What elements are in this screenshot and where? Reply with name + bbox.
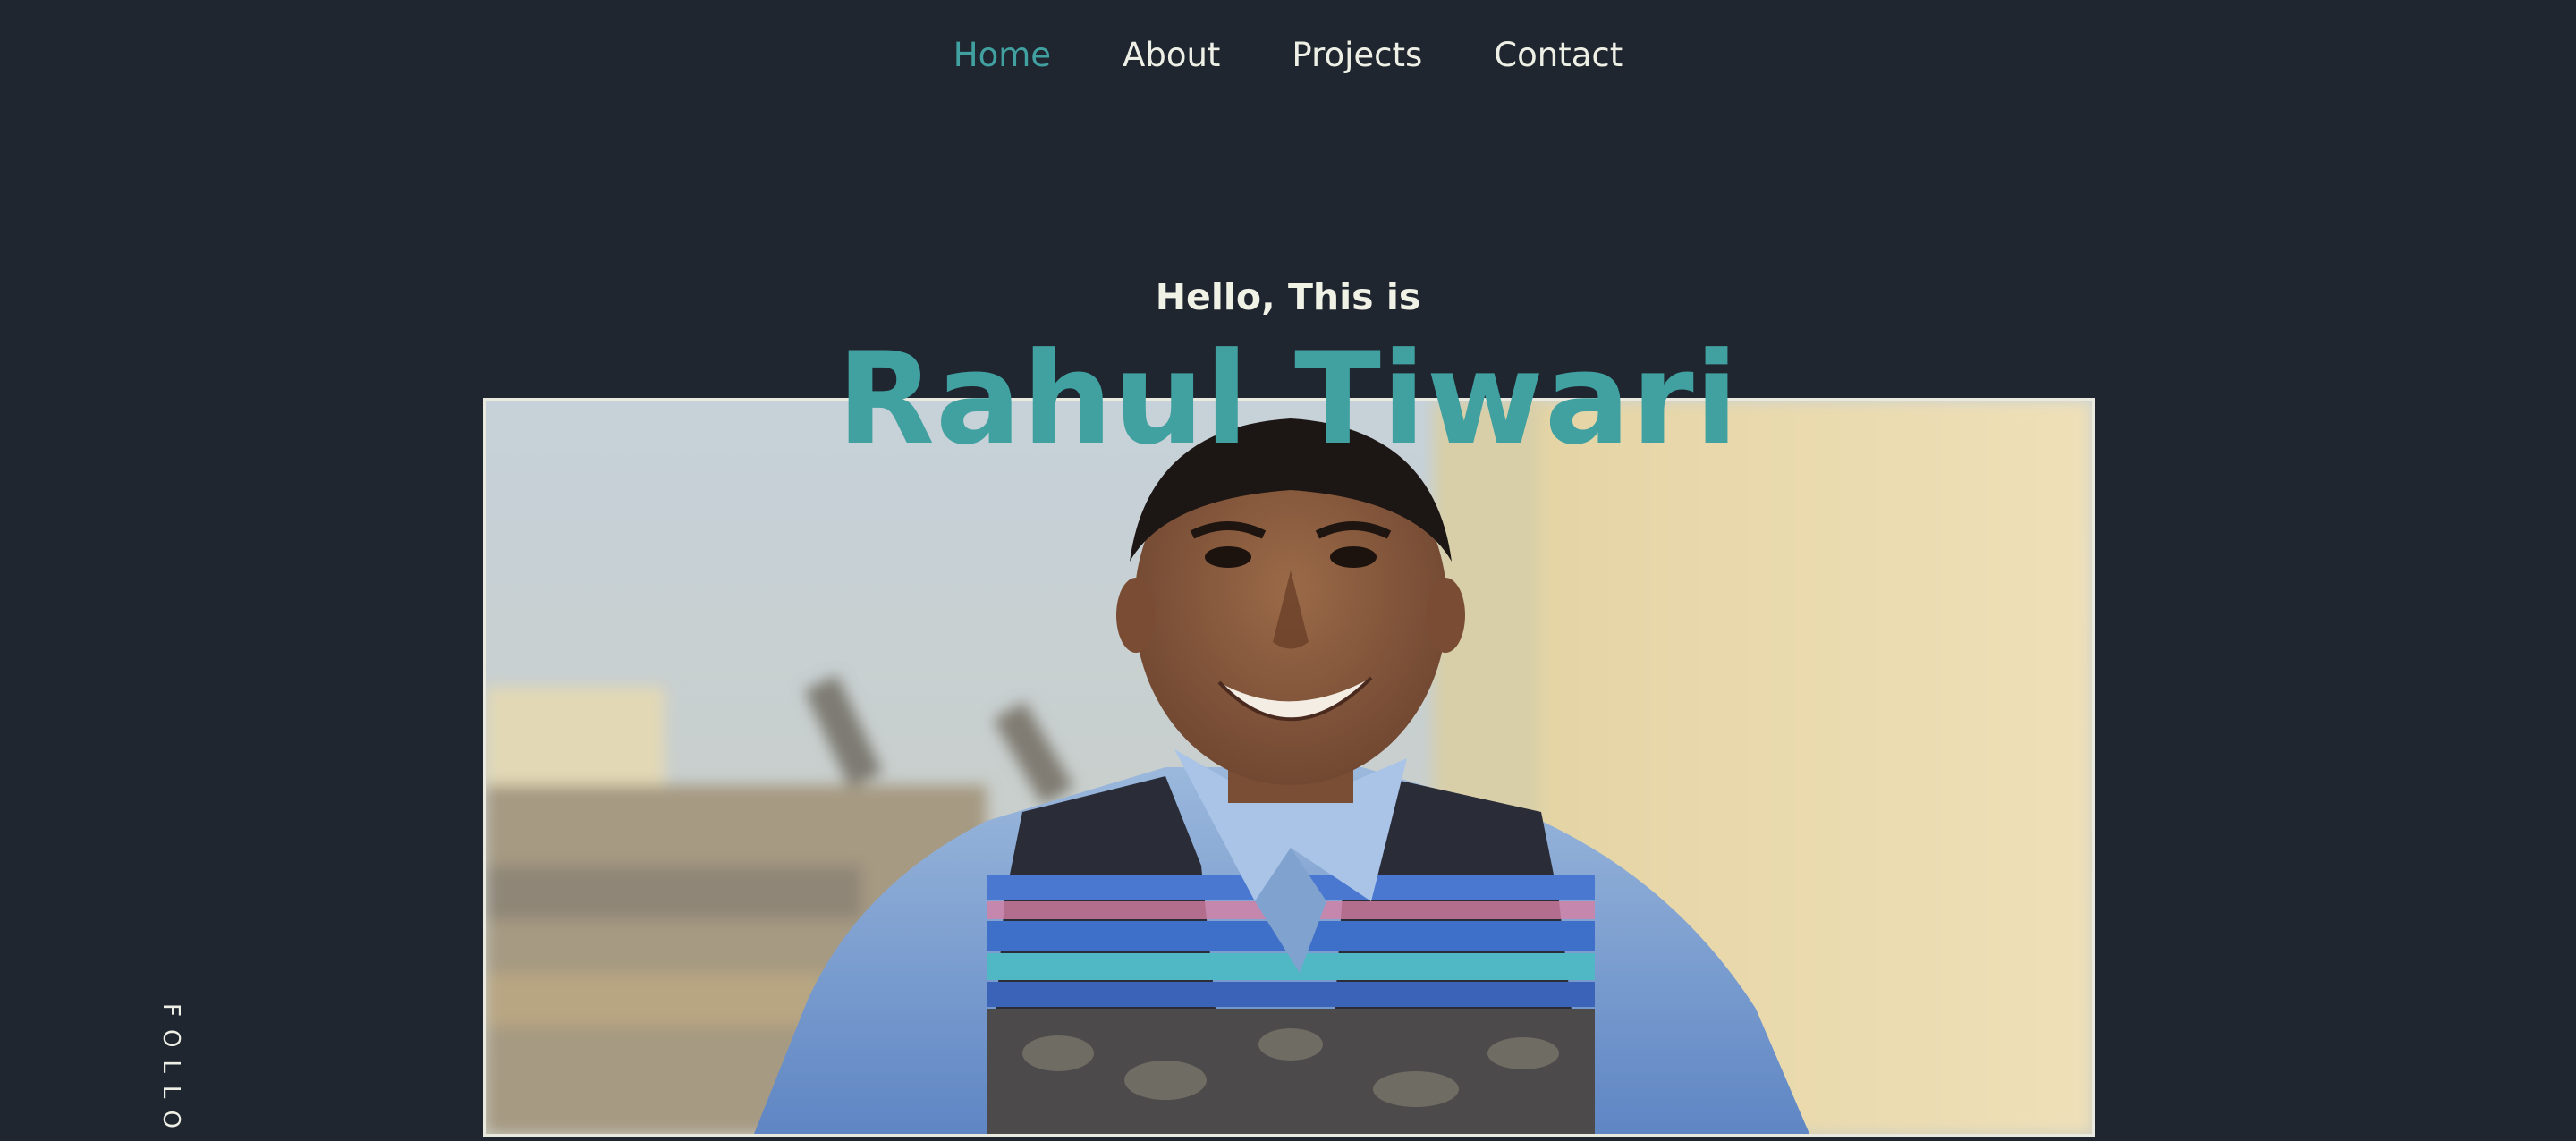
hero-name: Rahul Tiwari xyxy=(836,325,1740,473)
main-nav: Home About Projects Contact xyxy=(0,29,2576,82)
nav-link-home[interactable]: Home xyxy=(953,29,1051,82)
follow-label: FOLLO xyxy=(157,1003,184,1141)
nav-link-contact[interactable]: Contact xyxy=(1494,29,1623,82)
profile-photo-illustration xyxy=(486,401,2092,1134)
hero-greeting: Hello, This is xyxy=(1155,275,1421,318)
nav-link-about[interactable]: About xyxy=(1123,29,1220,82)
nav-link-projects[interactable]: Projects xyxy=(1292,29,1422,82)
profile-photo xyxy=(483,398,2095,1137)
